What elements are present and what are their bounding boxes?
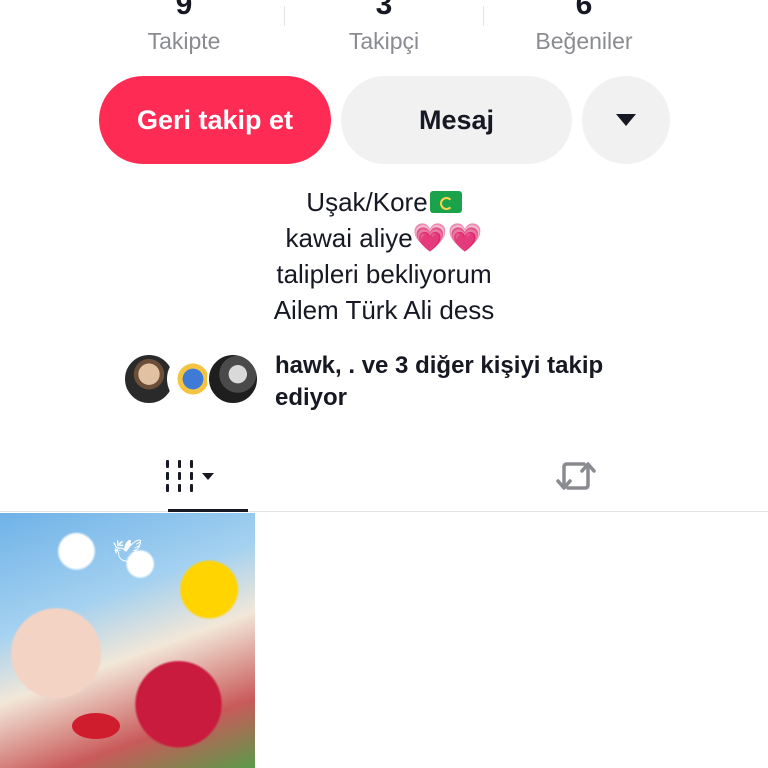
- profile-tabs: [0, 440, 768, 512]
- profile-bio: Uşak/Kore kawai aliye💗💗 talipleri bekliy…: [0, 184, 768, 328]
- followers-count: 3: [375, 0, 393, 21]
- active-tab-indicator: [168, 509, 248, 512]
- profile-actions: Geri takip et Mesaj: [99, 76, 670, 164]
- bio-line-2-text: kawai aliye: [285, 223, 413, 253]
- repost-icon: [556, 462, 596, 490]
- video-thumbnail[interactable]: 🕊: [0, 513, 255, 768]
- followed-by-text: hawk, . ve 3 diğer kişiyi takip ediyor: [275, 352, 604, 411]
- stat-followers[interactable]: 3 Takipçi: [284, 0, 484, 58]
- following-count: 9: [175, 0, 193, 21]
- avatar: [207, 353, 259, 405]
- tab-reposts[interactable]: [384, 440, 768, 512]
- bio-line-2: kawai aliye💗💗: [0, 220, 768, 256]
- likes-count: 6: [575, 0, 593, 21]
- message-button[interactable]: Mesaj: [341, 76, 572, 164]
- likes-label: Beğeniler: [535, 28, 633, 54]
- stat-following[interactable]: 9 Takipte: [84, 0, 284, 58]
- bio-line-1: Uşak/Kore: [0, 184, 768, 220]
- more-options-button[interactable]: [582, 76, 670, 164]
- heart-emoji-icon: 💗💗: [412, 222, 483, 253]
- bio-line-1-text: Uşak/Kore: [306, 187, 428, 217]
- bird-icon: 🕊: [112, 539, 143, 566]
- following-label: Takipte: [147, 28, 221, 54]
- bio-line-3: talipleri bekliyorum: [276, 259, 492, 289]
- green-flag-icon: [429, 191, 462, 213]
- follower-avatars: [123, 350, 259, 410]
- grid-icon: [166, 460, 214, 492]
- stat-divider: [284, 6, 285, 26]
- followed-by[interactable]: hawk, . ve 3 diğer kişiyi takip ediyor: [123, 350, 675, 414]
- follow-back-button[interactable]: Geri takip et: [99, 76, 331, 164]
- bio-line-4: Ailem Türk Ali dess: [273, 295, 495, 325]
- triangle-down-icon: [616, 114, 636, 126]
- profile-stats: 9 Takipte 3 Takipçi 6 Beğeniler: [84, 0, 684, 58]
- stat-likes[interactable]: 6 Beğeniler: [484, 0, 684, 58]
- thumbnail-detail: [72, 713, 120, 739]
- tab-videos[interactable]: [0, 440, 384, 512]
- followers-label: Takipçi: [348, 28, 420, 54]
